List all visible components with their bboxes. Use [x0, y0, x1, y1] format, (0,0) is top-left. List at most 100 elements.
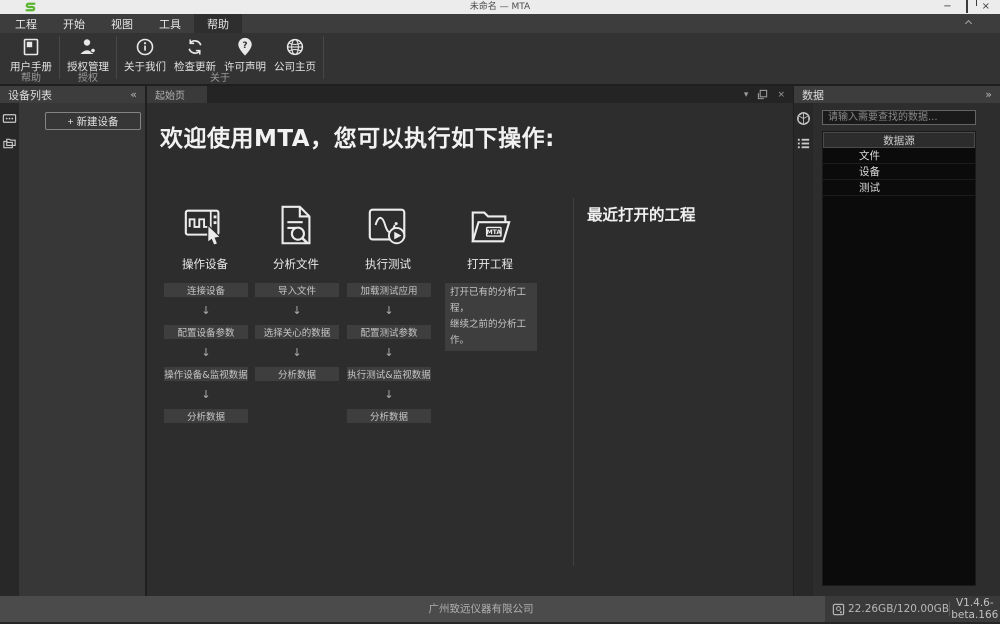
action-label: 执行测试	[365, 256, 411, 272]
data-source-row-file[interactable]: 文件	[823, 148, 975, 164]
ribbon-separator	[116, 36, 117, 79]
chevron-up-icon	[965, 20, 972, 27]
ribbon-group-about: 关于我们 检查更新 ? 许可声明	[120, 33, 320, 84]
data-source-body: 文件 设备 测试	[823, 148, 975, 585]
device-list-title: 设备列表	[8, 87, 52, 103]
action-run-test[interactable]: 执行测试	[343, 203, 433, 272]
question-pin-icon: ?	[235, 37, 255, 57]
data-source-row-device[interactable]: 设备	[823, 164, 975, 180]
ribbon-separator	[59, 36, 60, 79]
refresh-icon	[185, 37, 205, 57]
minimize-button[interactable]: −	[943, 0, 951, 14]
data-model-view-icon[interactable]	[796, 111, 811, 126]
new-device-button[interactable]: + 新建设备	[45, 112, 141, 130]
collapse-ribbon-button[interactable]	[966, 21, 972, 27]
collapse-left-panel-button[interactable]: «	[130, 88, 137, 101]
flow-step: 连接设备	[164, 283, 248, 297]
open-project-folder-icon: MTA	[467, 203, 513, 249]
data-source-table: 数据源 文件 设备 测试	[822, 131, 976, 586]
flow-step: 选择关心的数据	[255, 325, 339, 339]
restore-button[interactable]	[966, 0, 968, 14]
app-version: V1.4.6-beta.166	[950, 597, 1000, 621]
tab-list-dropdown-icon[interactable]: ▾	[744, 90, 749, 100]
device-group-view-icon[interactable]	[2, 136, 17, 151]
operate-device-icon	[182, 203, 228, 249]
flow-step: 配置测试参数	[347, 325, 431, 339]
collapse-right-panel-button[interactable]: »	[985, 88, 992, 101]
device-view-icon[interactable]	[2, 111, 17, 126]
flow-operate-device: 连接设备 ↓ 配置设备参数 ↓ 操作设备&监视数据 ↓ 分析数据	[160, 283, 252, 423]
data-search-input[interactable]	[822, 110, 976, 125]
flow-step: 执行测试&监视数据	[347, 367, 431, 381]
user-key-icon	[78, 37, 98, 57]
company-homepage-button[interactable]: 公司主页	[270, 37, 320, 74]
data-panel-title: 数据	[802, 87, 824, 103]
menu-tab-view[interactable]: 视图	[98, 14, 146, 33]
flow-open-project: 打开已有的分析工程， 继续之前的分析工作。	[445, 283, 537, 351]
flow-step: 操作设备&监视数据	[164, 367, 248, 381]
ribbon-group-label: 帮助	[6, 73, 56, 84]
action-open-project[interactable]: MTA 打开工程	[445, 203, 535, 272]
data-panel-header: 数据 »	[794, 86, 1000, 103]
float-window-icon[interactable]	[757, 89, 768, 100]
down-arrow-icon: ↓	[384, 381, 393, 409]
flow-step: 分析数据	[255, 367, 339, 381]
device-panel-toolbar	[0, 103, 19, 596]
start-page: 欢迎使用MTA，您可以执行如下操作: 操作设备	[147, 103, 793, 596]
down-arrow-icon: ↓	[292, 297, 301, 325]
flow-step: 导入文件	[255, 283, 339, 297]
company-name: 广州致远仪器有限公司	[400, 596, 562, 622]
device-list-header: 设备列表 «	[0, 86, 145, 103]
menu-tab-start[interactable]: 开始	[50, 14, 98, 33]
about-us-button[interactable]: 关于我们	[120, 37, 170, 74]
restore-icon	[966, 0, 968, 13]
action-label: 打开工程	[467, 256, 513, 272]
disk-usage-value: 22.26GB/120.00GB	[848, 603, 949, 615]
flow-run-test: 加载测试应用 ↓ 配置测试参数 ↓ 执行测试&监视数据 ↓ 分析数据	[343, 283, 435, 423]
svg-text:?: ?	[242, 41, 247, 51]
data-list-view-icon[interactable]	[796, 136, 811, 151]
flow-step: 配置设备参数	[164, 325, 248, 339]
down-arrow-icon: ↓	[384, 339, 393, 367]
manual-book-icon	[21, 37, 41, 57]
open-project-description: 打开已有的分析工程， 继续之前的分析工作。	[445, 283, 537, 351]
menu-tab-tools[interactable]: 工具	[146, 14, 194, 33]
flow-step: 分析数据	[347, 409, 431, 423]
data-source-header: 数据源	[823, 132, 975, 148]
recent-projects-title: 最近打开的工程	[587, 203, 696, 225]
welcome-heading: 欢迎使用MTA，您可以执行如下操作:	[160, 119, 555, 153]
down-arrow-icon: ↓	[201, 339, 210, 367]
document-tab-bar: 起始页 ▾ ×	[147, 86, 793, 103]
globe-icon	[285, 37, 305, 57]
action-label: 分析文件	[273, 256, 319, 272]
license-manager-button[interactable]: 授权管理	[63, 37, 113, 74]
status-bar: 广州致远仪器有限公司 22.26GB/120.00GB V1.4.6-beta.…	[0, 596, 1000, 622]
device-list-content: + 新建设备	[19, 103, 145, 596]
main-panel: 起始页 ▾ × 欢迎使用MTA，您可以执行如下操作:	[147, 86, 793, 596]
title-bar: 未命名 — MTA − ×	[0, 0, 1000, 14]
license-statement-button[interactable]: ? 许可声明	[220, 37, 270, 74]
flow-analyze-file: 导入文件 ↓ 选择关心的数据 ↓ 分析数据	[251, 283, 343, 381]
menu-tab-help[interactable]: 帮助	[194, 14, 242, 33]
info-icon	[135, 37, 155, 57]
data-source-row-test[interactable]: 测试	[823, 180, 975, 196]
workspace: 设备列表 « + 新建设备	[0, 86, 1000, 596]
menu-bar: 工程 开始 视图 工具 帮助	[0, 14, 1000, 33]
action-label: 操作设备	[182, 256, 228, 272]
close-button[interactable]: ×	[982, 0, 990, 14]
ribbon-group-license: 授权管理 授权	[63, 33, 113, 84]
user-manual-button[interactable]: 用户手册	[6, 37, 56, 74]
device-list-panel: 设备列表 « + 新建设备	[0, 86, 145, 596]
ribbon-group-help: 用户手册 帮助	[6, 33, 56, 84]
close-tab-icon[interactable]: ×	[777, 90, 785, 100]
mta-badge: MTA	[486, 229, 501, 236]
content-divider	[573, 198, 574, 566]
tab-start-page[interactable]: 起始页	[147, 86, 207, 103]
window-title: 未命名 — MTA	[0, 0, 1000, 14]
data-panel: 数据 » 数据源	[794, 86, 1000, 596]
action-analyze-file[interactable]: 分析文件	[251, 203, 341, 272]
check-update-button[interactable]: 检查更新	[170, 37, 220, 74]
menu-tab-project[interactable]: 工程	[2, 14, 50, 33]
flow-step: 分析数据	[164, 409, 248, 423]
action-operate-device[interactable]: 操作设备	[160, 203, 250, 272]
